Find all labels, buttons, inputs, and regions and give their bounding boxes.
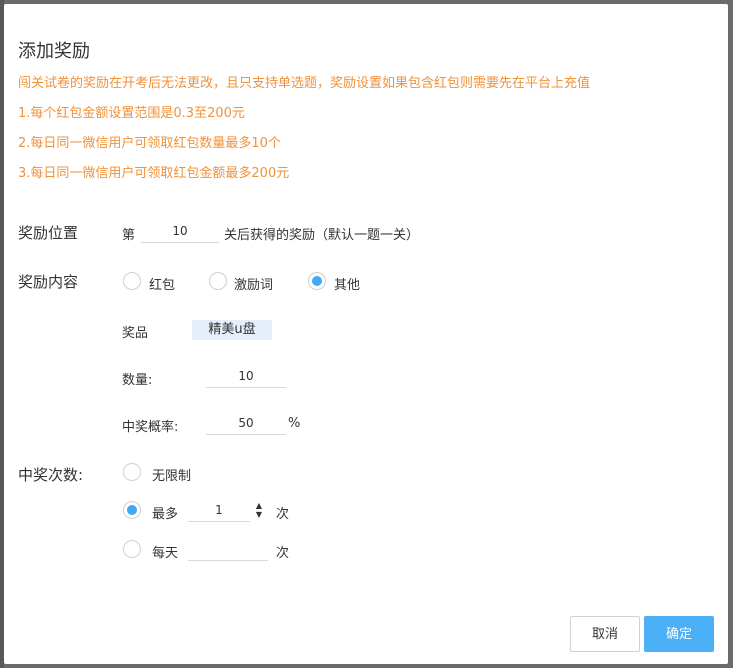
radio-label-max: 最多 xyxy=(152,507,179,522)
stepper-down-icon[interactable]: ▼ xyxy=(253,510,265,519)
quantity-input[interactable] xyxy=(206,365,286,388)
quantity-label: 数量: xyxy=(122,373,153,388)
radio-label-red-packet: 红包 xyxy=(149,278,176,293)
radio-label-daily: 每天 xyxy=(152,546,179,561)
prize-label: 奖品 xyxy=(122,326,149,341)
cancel-button[interactable]: 取消 xyxy=(570,616,640,652)
position-input[interactable] xyxy=(141,220,219,243)
notice-line: 3.每日同一微信用户可领取红包金额最多200元 xyxy=(18,166,290,181)
daily-times-unit: 次 xyxy=(276,546,290,561)
probability-label: 中奖概率: xyxy=(122,420,179,435)
probability-input[interactable] xyxy=(206,412,286,435)
daily-times-input[interactable] xyxy=(188,538,268,561)
reward-content-label: 奖励内容 xyxy=(18,273,79,291)
prize-value-tag[interactable]: 精美u盘 xyxy=(192,320,272,340)
max-times-unit: 次 xyxy=(276,507,290,522)
max-times-stepper[interactable]: ▲ ▼ xyxy=(253,501,265,519)
dialog-title: 添加奖励 xyxy=(18,41,90,62)
radio-unlimited[interactable] xyxy=(123,463,141,481)
add-reward-dialog: 添加奖励 闯关试卷的奖励在开考后无法更改，且只支持单选题，奖励设置如果包含红包则… xyxy=(4,4,728,664)
radio-other[interactable] xyxy=(308,272,326,290)
position-prefix: 第 xyxy=(122,228,136,243)
reward-position-label: 奖励位置 xyxy=(18,224,79,242)
radio-label-unlimited: 无限制 xyxy=(152,469,192,484)
notice-line: 2.每日同一微信用户可领取红包数量最多10个 xyxy=(18,136,281,151)
max-times-input[interactable] xyxy=(188,499,250,522)
stepper-up-icon[interactable]: ▲ xyxy=(253,501,265,510)
radio-encouragement[interactable] xyxy=(209,272,227,290)
win-times-label: 中奖次数: xyxy=(18,466,84,484)
confirm-button[interactable]: 确定 xyxy=(644,616,714,652)
notice-line: 1.每个红包金额设置范围是0.3至200元 xyxy=(18,106,245,121)
radio-max[interactable] xyxy=(123,501,141,519)
notice-line: 闯关试卷的奖励在开考后无法更改，且只支持单选题，奖励设置如果包含红包则需要先在平… xyxy=(18,76,591,91)
position-suffix: 关后获得的奖励（默认一题一关） xyxy=(224,228,420,243)
radio-red-packet[interactable] xyxy=(123,272,141,290)
probability-unit: % xyxy=(288,416,301,431)
radio-label-other: 其他 xyxy=(334,278,361,293)
radio-label-encouragement: 激励词 xyxy=(234,278,274,293)
radio-daily[interactable] xyxy=(123,540,141,558)
